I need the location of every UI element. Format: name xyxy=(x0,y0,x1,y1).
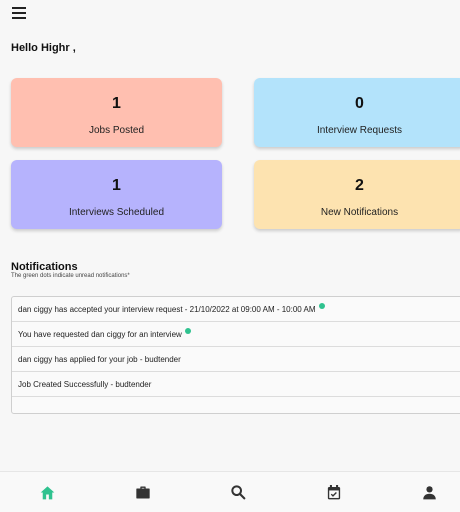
notification-item[interactable]: You have requested dan ciggy for an inte… xyxy=(12,322,460,347)
nav-schedule[interactable] xyxy=(319,472,349,512)
notification-text: Job Created Successfully - budtender xyxy=(18,379,152,389)
home-icon xyxy=(40,485,54,499)
bottom-navigation xyxy=(0,471,460,512)
notifications-title: Notifications xyxy=(11,261,78,273)
card-new-notifications[interactable]: 2 New Notifications xyxy=(254,160,460,229)
nav-home[interactable] xyxy=(32,472,62,512)
card-value: 1 xyxy=(112,95,121,112)
notification-item[interactable]: Job Created Successfully - budtender xyxy=(12,372,460,397)
nav-jobs[interactable] xyxy=(128,472,158,512)
notification-text: dan ciggy has accepted your interview re… xyxy=(18,304,316,314)
card-jobs-posted[interactable]: 1 Jobs Posted xyxy=(11,78,222,147)
notification-item[interactable]: dan ciggy has accepted your interview re… xyxy=(12,297,460,322)
notifications-subtitle: The green dots indicate unread notificat… xyxy=(11,273,130,279)
nav-search[interactable] xyxy=(223,472,253,512)
notification-text: dan ciggy has applied for your job - bud… xyxy=(18,354,181,364)
unread-dot-icon xyxy=(184,328,191,334)
card-interviews-scheduled[interactable]: 1 Interviews Scheduled xyxy=(11,160,222,229)
notification-text: You have requested dan ciggy for an inte… xyxy=(18,329,182,339)
person-icon xyxy=(422,485,436,499)
greeting-text: Hello Highr , xyxy=(11,42,76,54)
nav-profile[interactable] xyxy=(414,472,444,512)
card-label: Jobs Posted xyxy=(88,125,145,136)
calendar-check-icon xyxy=(327,484,341,499)
notifications-list: dan ciggy has accepted your interview re… xyxy=(11,296,460,414)
card-value: 2 xyxy=(355,177,364,194)
card-value: 0 xyxy=(355,95,364,112)
unread-dot-icon xyxy=(318,303,325,309)
briefcase-icon xyxy=(136,486,150,498)
card-interview-requests[interactable]: 0 Interview Requests xyxy=(254,78,460,147)
card-value: 1 xyxy=(112,177,121,194)
notification-item[interactable]: dan ciggy has applied for your job - bud… xyxy=(12,347,460,372)
card-label: New Notifications xyxy=(320,207,399,218)
card-label: Interview Requests xyxy=(316,125,403,136)
card-label: Interviews Scheduled xyxy=(68,207,165,218)
search-icon xyxy=(231,485,246,500)
hamburger-menu-icon[interactable] xyxy=(12,7,26,19)
